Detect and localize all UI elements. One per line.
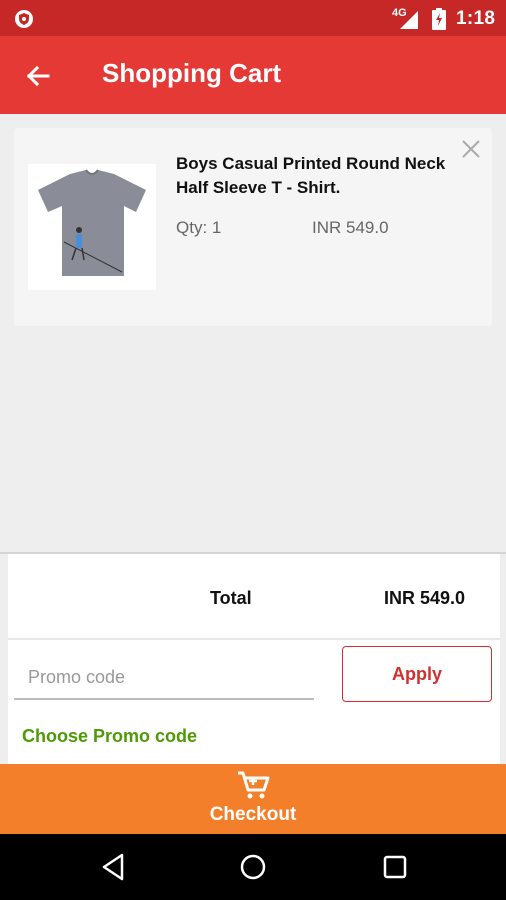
choose-promo-code-link[interactable]: Choose Promo code: [22, 726, 197, 747]
promo-code-input[interactable]: [14, 656, 314, 700]
back-arrow-icon[interactable]: [22, 60, 54, 92]
product-name: Boys Casual Printed Round Neck Half Slee…: [176, 154, 446, 197]
signal-icon: [400, 11, 418, 29]
app-badge-icon: [15, 10, 33, 28]
product-price: INR 549.0: [312, 218, 389, 237]
nav-recents-icon[interactable]: [380, 852, 410, 882]
status-bar: 4G 1:18: [0, 0, 506, 36]
system-nav-bar: [0, 834, 506, 900]
apply-button[interactable]: Apply: [342, 646, 492, 702]
summary-divider: [8, 638, 500, 640]
summary-edge-left: [0, 554, 8, 766]
total-value: INR 549.0: [384, 588, 466, 608]
clock: 1:18: [456, 8, 496, 29]
summary-edge-right: [500, 554, 506, 766]
page-title: Shopping Cart: [102, 58, 282, 88]
product-image[interactable]: [28, 164, 156, 290]
checkout-button[interactable]: Checkout: [0, 764, 506, 834]
app-bar: Shopping Cart: [0, 36, 506, 114]
battery-charging-icon: [432, 8, 446, 30]
total-label: Total: [210, 588, 252, 608]
nav-back-icon[interactable]: [98, 852, 128, 882]
order-summary: Total INR 549.0 Apply Choose Promo code: [0, 552, 506, 766]
close-icon[interactable]: [460, 138, 482, 160]
cart-icon: [238, 771, 270, 799]
checkout-label: Checkout: [209, 804, 297, 825]
cart-item-card: Boys Casual Printed Round Neck Half Slee…: [14, 128, 492, 326]
nav-home-icon[interactable]: [238, 852, 268, 882]
product-quantity: Qty: 1: [176, 218, 222, 237]
